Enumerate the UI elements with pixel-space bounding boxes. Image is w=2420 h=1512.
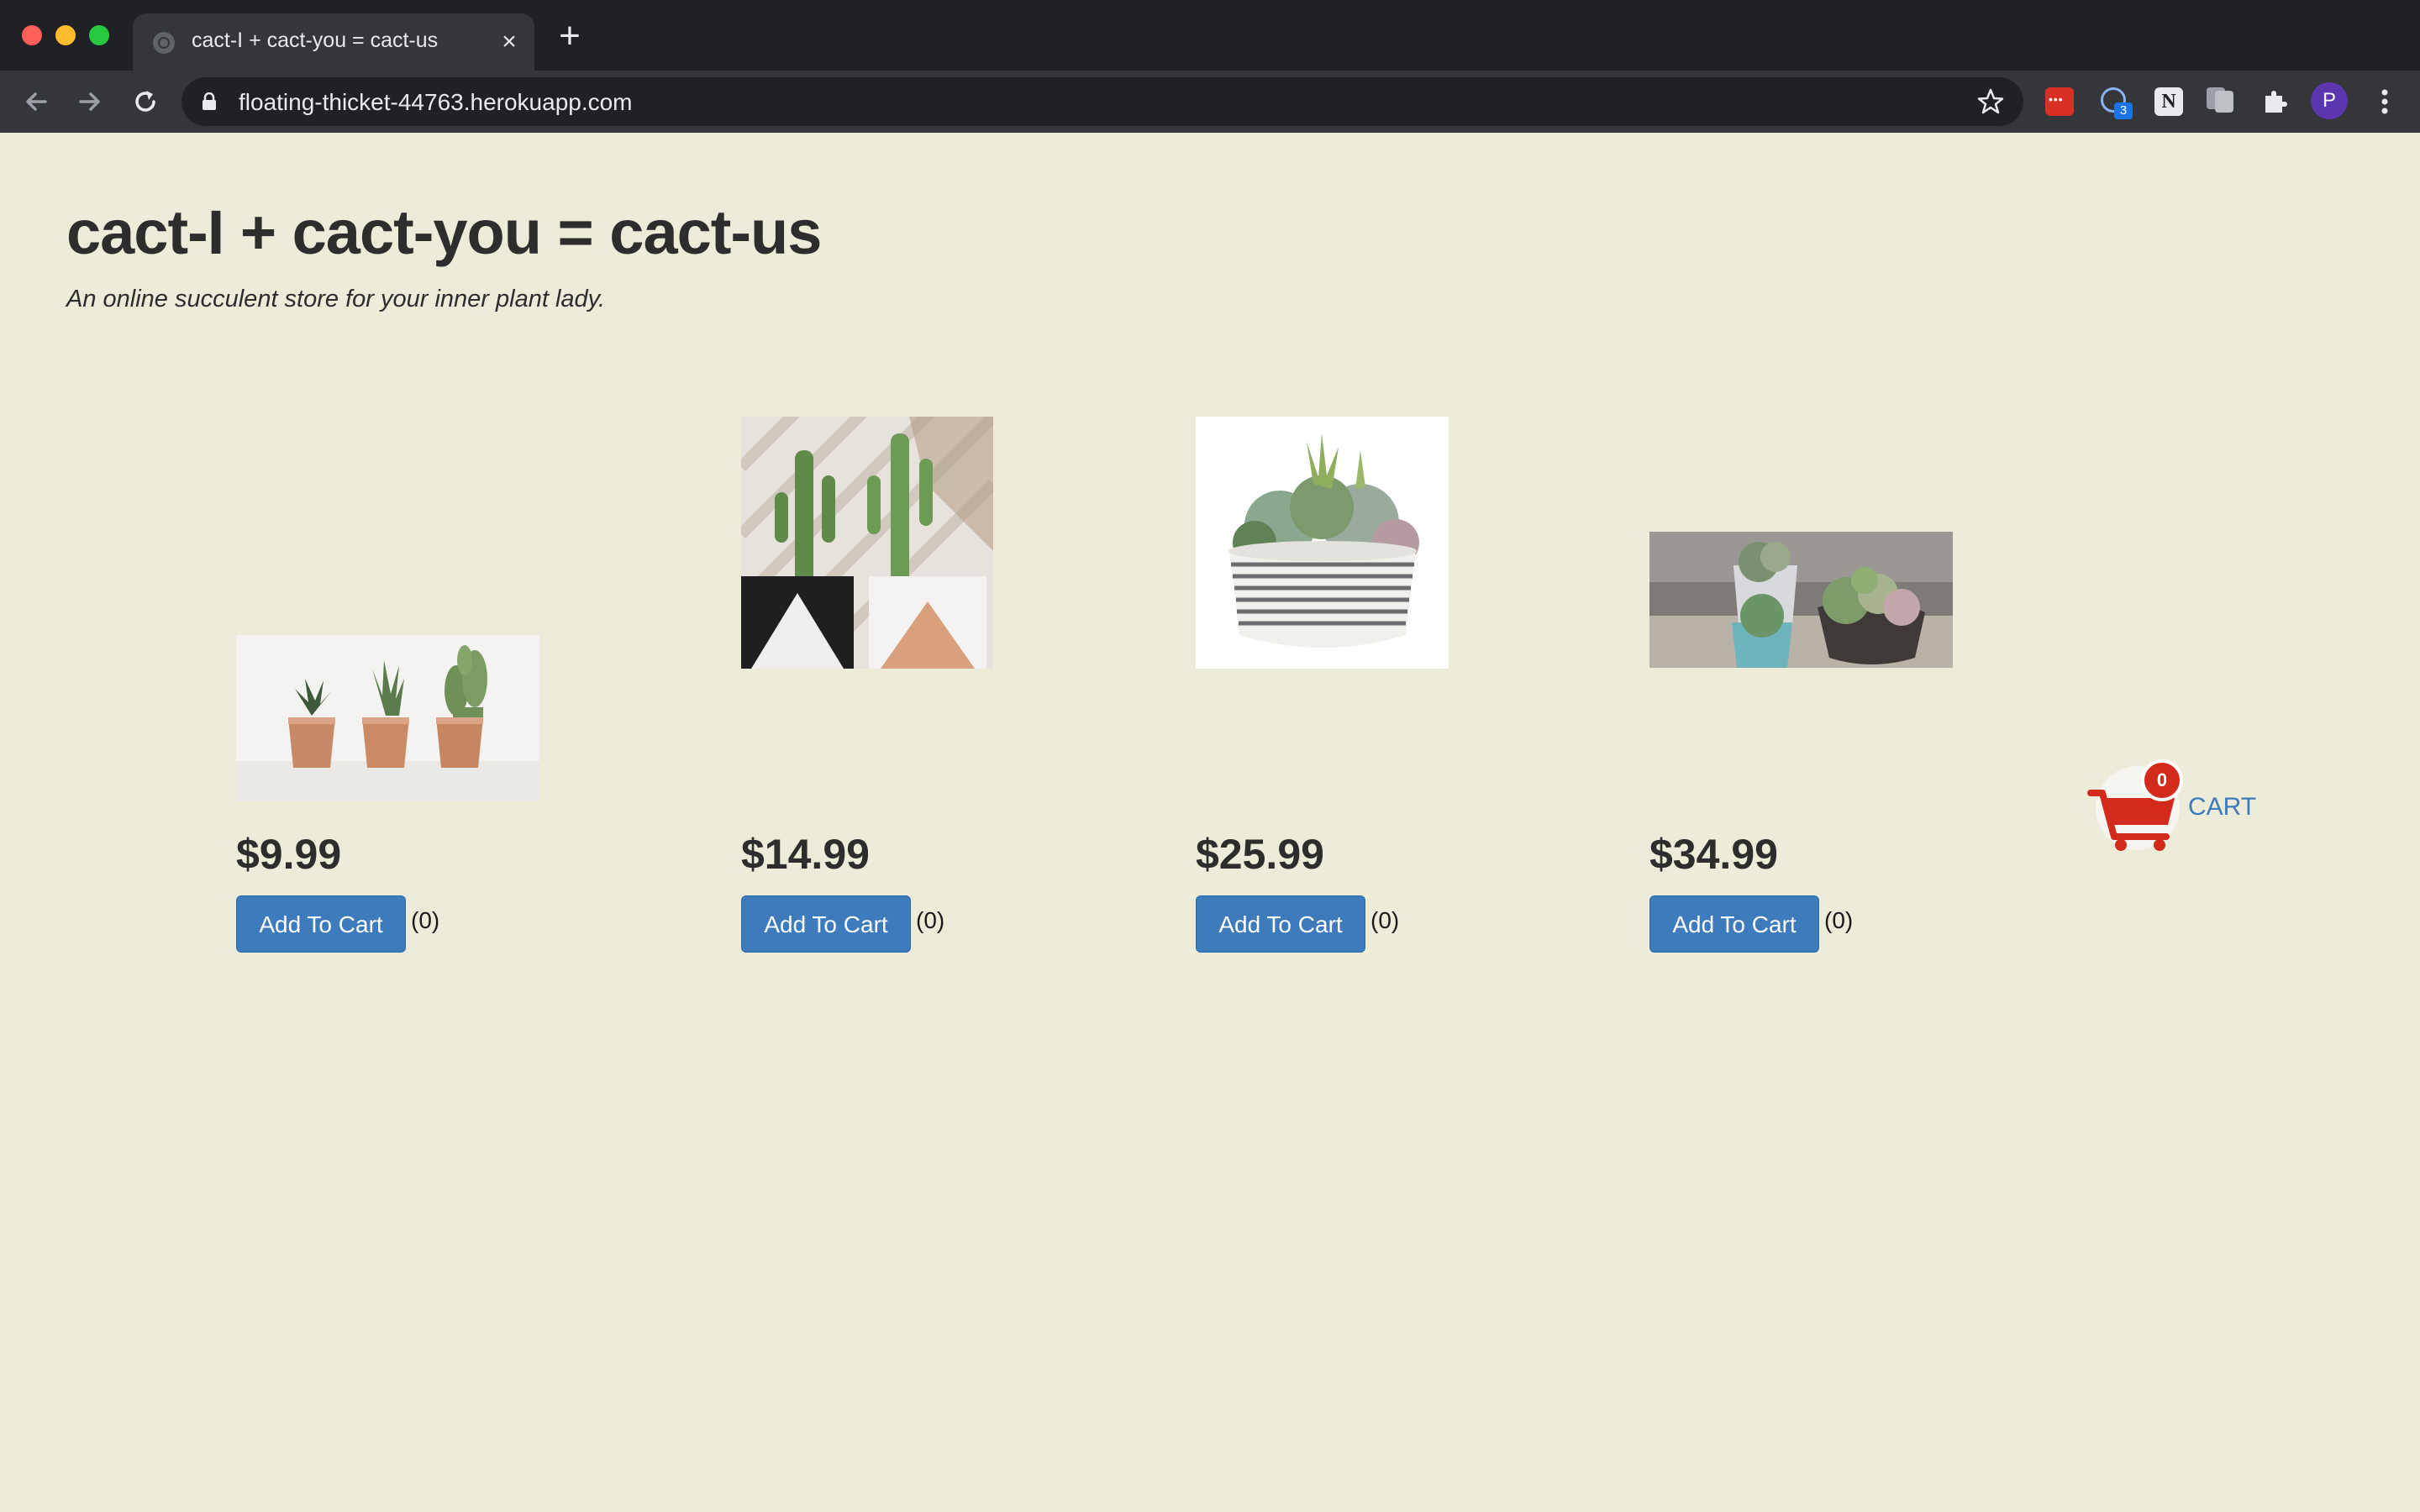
extensions-button[interactable] — [2260, 87, 2289, 116]
forward-button[interactable] — [72, 84, 108, 119]
browser-tab-active[interactable]: cact-I + cact-you = cact-us × — [133, 13, 534, 71]
browser-toolbar: floating-thicket-44763.herokuapp.com 3 N… — [0, 71, 2420, 133]
add-to-cart-button[interactable]: Add To Cart — [741, 895, 911, 953]
product-price: $25.99 — [1196, 831, 1324, 878]
cart-count-badge: 0 — [2141, 759, 2183, 801]
bookmark-star-icon[interactable] — [1976, 87, 2005, 116]
zoom-window-button[interactable] — [89, 25, 109, 45]
product-quantity: (0) — [411, 907, 440, 933]
extension-copy-icon[interactable] — [2207, 87, 2235, 116]
product-price: $34.99 — [1649, 831, 1778, 878]
browser-menu-button[interactable] — [2370, 84, 2400, 119]
browser-chrome: cact-I + cact-you = cact-us × + floating… — [0, 0, 2420, 133]
forward-arrow-icon — [79, 92, 100, 111]
tab-strip: cact-I + cact-you = cact-us × + — [0, 0, 2420, 71]
back-arrow-icon — [26, 92, 47, 111]
lock-icon — [203, 92, 216, 110]
kebab-menu-icon — [2381, 89, 2388, 114]
product-image-succulent-bowl — [1196, 417, 1449, 669]
new-tab-button[interactable]: + — [555, 18, 585, 55]
globe-icon — [153, 32, 175, 54]
page-content: cact-I + cact-you = cact-us An online su… — [0, 133, 2420, 1512]
product-price: $14.99 — [741, 831, 870, 878]
extension-tasks-icon[interactable]: 3 — [2101, 87, 2133, 119]
product-price: $9.99 — [236, 831, 342, 878]
add-to-cart-button[interactable]: Add To Cart — [1196, 895, 1365, 953]
close-window-button[interactable] — [22, 25, 42, 45]
extension-notion-icon[interactable]: N — [2154, 87, 2183, 116]
close-tab-button[interactable]: × — [494, 27, 524, 57]
extension-password-icon[interactable] — [2045, 87, 2074, 116]
address-bar[interactable]: floating-thicket-44763.herokuapp.com — [182, 77, 2023, 126]
back-button[interactable] — [18, 84, 54, 119]
product-quantity: (0) — [916, 907, 945, 933]
extension-badge: 3 — [2114, 102, 2133, 119]
site-title: cact-I + cact-you = cact-us — [66, 197, 822, 267]
profile-avatar[interactable]: P — [2311, 82, 2348, 119]
product-image-tall-cacti — [741, 417, 993, 669]
add-to-cart-button[interactable]: Add To Cart — [236, 895, 406, 953]
reload-icon — [135, 91, 155, 112]
reload-button[interactable] — [128, 84, 163, 119]
url-text[interactable]: floating-thicket-44763.herokuapp.com — [239, 89, 633, 116]
product-image-table-succulents — [1649, 532, 1953, 668]
product-quantity: (0) — [1824, 907, 1854, 933]
minimize-window-button[interactable] — [55, 25, 76, 45]
product-quantity: (0) — [1370, 907, 1400, 933]
cart-link[interactable]: 0 CART — [2087, 759, 2260, 862]
product-image-copper-cacti — [236, 635, 539, 801]
add-to-cart-button[interactable]: Add To Cart — [1649, 895, 1819, 953]
site-tagline: An online succulent store for your inner… — [66, 286, 606, 312]
extensions-puzzle-icon — [2265, 91, 2287, 113]
tab-title: cact-I + cact-you = cact-us — [192, 29, 439, 52]
cart-label[interactable]: CART — [2188, 793, 2256, 822]
